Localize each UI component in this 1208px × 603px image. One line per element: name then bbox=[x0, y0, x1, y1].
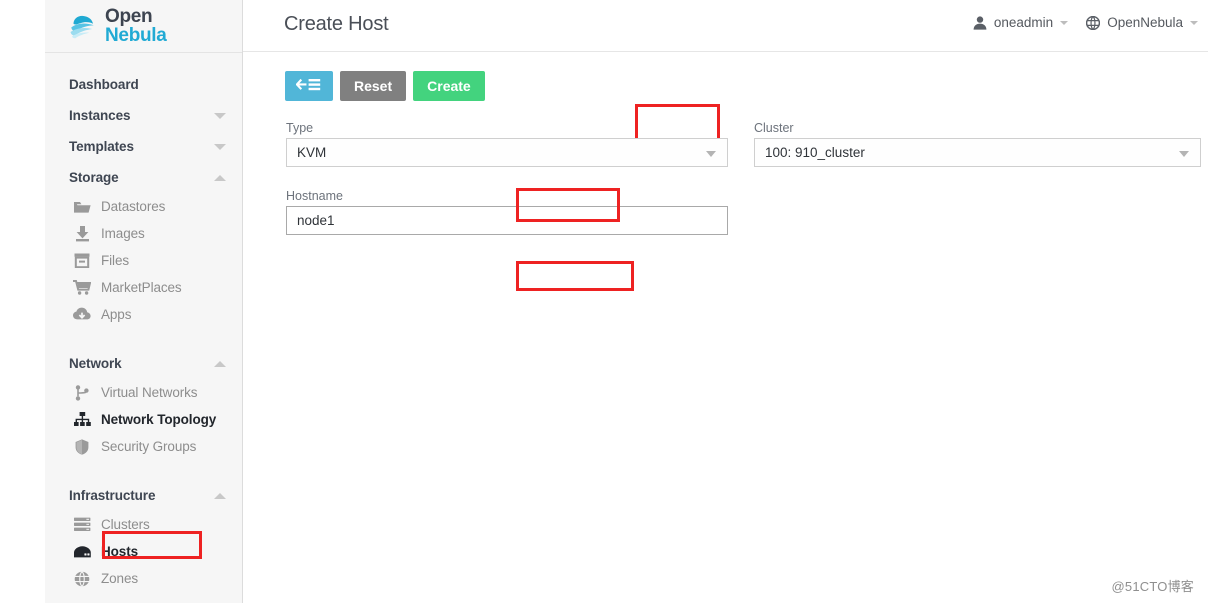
chevron-down-icon bbox=[1060, 20, 1069, 25]
back-button[interactable] bbox=[285, 71, 333, 101]
shield-icon bbox=[72, 438, 92, 456]
type-select[interactable]: KVM bbox=[286, 138, 728, 167]
server-stack-icon bbox=[72, 516, 92, 534]
page-title: Create Host bbox=[284, 13, 389, 35]
network-branch-icon bbox=[72, 384, 92, 402]
reset-button[interactable]: Reset bbox=[340, 71, 407, 101]
chevron-down-icon bbox=[214, 112, 226, 119]
sidebar-item-apps[interactable]: Apps bbox=[45, 301, 242, 328]
sidebar-group-label: Dashboard bbox=[69, 77, 139, 92]
field-type: Type KVM bbox=[286, 121, 728, 167]
file-box-icon bbox=[72, 252, 92, 270]
sidebar-group-label: Storage bbox=[69, 170, 119, 185]
chevron-down-icon bbox=[214, 143, 226, 150]
sidebar-item-label: Apps bbox=[101, 307, 132, 322]
sidebar-group-label: Network bbox=[69, 356, 122, 371]
globe-icon bbox=[1086, 15, 1101, 30]
form-toolbar: Reset Create bbox=[285, 71, 485, 101]
sidebar-item-files[interactable]: Files bbox=[45, 247, 242, 274]
sidebar-item-virtual-networks[interactable]: Virtual Networks bbox=[45, 379, 242, 406]
sidebar-group-storage[interactable]: Storage bbox=[45, 162, 242, 193]
brand-name-line1: Open bbox=[105, 5, 153, 27]
sidebar-item-label: Datastores bbox=[101, 199, 166, 214]
hostname-input[interactable]: node1 bbox=[286, 206, 728, 235]
left-gutter bbox=[0, 0, 45, 603]
sidebar-item-label: Clusters bbox=[101, 517, 150, 532]
highlight-box-hostname-value bbox=[516, 261, 634, 291]
image-download-icon bbox=[72, 225, 92, 243]
sidebar-group-label: Templates bbox=[69, 139, 134, 154]
sidebar-item-label: Security Groups bbox=[101, 439, 197, 454]
cloud-download-icon bbox=[72, 306, 92, 324]
watermark: @51CTO博客 bbox=[1111, 579, 1194, 594]
user-menu[interactable]: oneadmin bbox=[973, 15, 1069, 30]
field-hostname: Hostname node1 bbox=[286, 189, 728, 235]
sidebar-item-label: Network Topology bbox=[101, 412, 217, 427]
chevron-up-icon bbox=[214, 492, 226, 499]
zone-menu-label: OpenNebula bbox=[1107, 15, 1183, 30]
sidebar-group-network[interactable]: Network bbox=[45, 348, 242, 379]
user-icon bbox=[973, 15, 987, 30]
create-button[interactable]: Create bbox=[413, 71, 485, 101]
app-window: Open Nebula Dashboard Instances Template… bbox=[0, 0, 1208, 603]
sidebar-item-datastores[interactable]: Datastores bbox=[45, 193, 242, 220]
opennebula-cloud-logo-icon bbox=[70, 15, 94, 39]
sidebar-item-zones[interactable]: Zones bbox=[45, 565, 242, 592]
sidebar-item-label: Virtual Networks bbox=[101, 385, 198, 400]
brand-name-line2: Nebula bbox=[105, 25, 167, 46]
cluster-select-value: 100: 910_cluster bbox=[765, 145, 865, 160]
field-cluster: Cluster 100: 910_cluster bbox=[754, 121, 1201, 167]
globe-grid-icon bbox=[72, 570, 92, 588]
chevron-up-icon bbox=[214, 174, 226, 181]
sidebar-item-label: Images bbox=[101, 226, 145, 241]
sidebar-item-clusters[interactable]: Clusters bbox=[45, 511, 242, 538]
header-actions: oneadmin OpenNebula bbox=[973, 15, 1198, 30]
hostname-label: Hostname bbox=[286, 189, 343, 203]
chevron-up-icon bbox=[214, 360, 226, 367]
sidebar-item-images[interactable]: Images bbox=[45, 220, 242, 247]
hostname-input-value: node1 bbox=[297, 213, 335, 228]
cluster-label: Cluster bbox=[754, 121, 794, 135]
sitemap-icon bbox=[72, 411, 92, 429]
sidebar-group-instances[interactable]: Instances bbox=[45, 100, 242, 131]
page-header: Create Host oneadmin OpenNebula bbox=[243, 0, 1208, 52]
chevron-down-icon bbox=[1179, 150, 1189, 157]
type-select-value: KVM bbox=[297, 145, 327, 160]
sidebar-item-security-groups[interactable]: Security Groups bbox=[45, 433, 242, 460]
sidebar-group-label: Infrastructure bbox=[69, 488, 156, 503]
sidebar-item-hosts[interactable]: Hosts bbox=[45, 538, 242, 565]
sidebar-nav: Dashboard Instances Templates Storage Da… bbox=[45, 53, 242, 592]
folder-icon bbox=[72, 198, 92, 216]
sidebar-item-label: Files bbox=[101, 253, 130, 268]
back-list-icon bbox=[295, 77, 322, 95]
sidebar-group-templates[interactable]: Templates bbox=[45, 131, 242, 162]
sidebar-group-infrastructure[interactable]: Infrastructure bbox=[45, 480, 242, 511]
sidebar-item-label: Zones bbox=[101, 571, 139, 586]
sidebar-item-network-topology[interactable]: Network Topology bbox=[45, 406, 242, 433]
sidebar-group-label: Instances bbox=[69, 108, 131, 123]
sidebar-item-label: MarketPlaces bbox=[101, 280, 182, 295]
cart-icon bbox=[72, 279, 92, 297]
user-menu-label: oneadmin bbox=[993, 15, 1054, 30]
chevron-down-icon bbox=[706, 150, 716, 157]
type-label: Type bbox=[286, 121, 314, 135]
sidebar-item-dashboard[interactable]: Dashboard bbox=[45, 69, 242, 100]
cluster-select[interactable]: 100: 910_cluster bbox=[754, 138, 1201, 167]
sidebar: Open Nebula Dashboard Instances Template… bbox=[45, 0, 243, 603]
main-content: Reset Create Type KVM Hostname node1 Clu… bbox=[243, 52, 1208, 603]
chevron-down-icon bbox=[1190, 20, 1198, 25]
sidebar-item-label: Hosts bbox=[101, 544, 139, 559]
sidebar-item-marketplaces[interactable]: MarketPlaces bbox=[45, 274, 242, 301]
brand-logo[interactable]: Open Nebula bbox=[45, 0, 242, 53]
zone-menu[interactable]: OpenNebula bbox=[1086, 15, 1198, 30]
server-icon bbox=[72, 543, 92, 561]
